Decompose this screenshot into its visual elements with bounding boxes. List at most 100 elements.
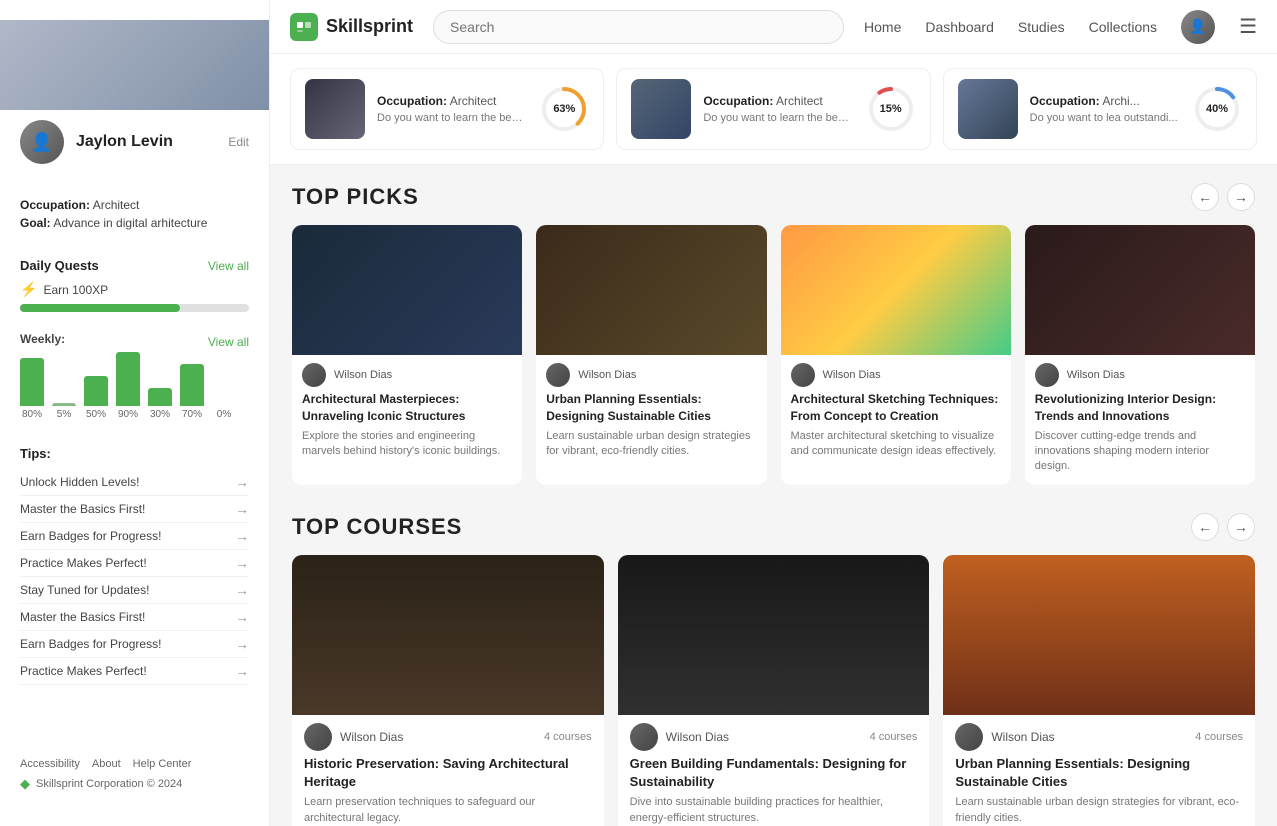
course-info: Green Building Fundamentals: Designing f… xyxy=(618,755,930,826)
course-thumbnail xyxy=(292,555,604,715)
tip-item[interactable]: Earn Badges for Progress!→ xyxy=(20,631,249,658)
footer-link[interactable]: Help Center xyxy=(133,758,192,770)
occ-progress: 15% xyxy=(866,84,916,134)
goal-line: Goal: Advance in digital arhitecture xyxy=(20,216,249,230)
pick-card[interactable]: Wilson Dias Revolutionizing Interior Des… xyxy=(1025,225,1255,485)
top-picks-prev[interactable]: ← xyxy=(1191,183,1219,211)
pick-thumbnail xyxy=(781,225,1011,355)
course-info: Urban Planning Essentials: Designing Sus… xyxy=(943,755,1255,826)
lightning-icon: ⚡ xyxy=(20,281,37,298)
nav-avatar[interactable]: 👤 xyxy=(1181,10,1215,44)
pick-card[interactable]: Wilson Dias Architectural Sketching Tech… xyxy=(781,225,1011,485)
tip-label: Stay Tuned for Updates! xyxy=(20,583,149,597)
course-title: Green Building Fundamentals: Designing f… xyxy=(630,755,918,791)
occupation-card[interactable]: Occupation: Archi... Do you want to lea … xyxy=(943,68,1257,150)
course-card[interactable]: Wilson Dias 4 courses Urban Planning Ess… xyxy=(943,555,1255,826)
top-courses-prev[interactable]: ← xyxy=(1191,513,1219,541)
bar-label: 90% xyxy=(118,409,138,420)
pick-info: Architectural Masterpieces: Unraveling I… xyxy=(292,391,522,469)
course-desc: Learn preservation techniques to safegua… xyxy=(304,795,592,826)
quest-label: Earn 100XP xyxy=(43,283,108,297)
tip-label: Practice Makes Perfect! xyxy=(20,556,147,570)
weekly-view-all[interactable]: View all xyxy=(208,335,249,349)
nav-collections[interactable]: Collections xyxy=(1089,19,1157,35)
logo-icon xyxy=(290,13,318,41)
course-card[interactable]: Wilson Dias 4 courses Historic Preservat… xyxy=(292,555,604,826)
weekly-label: Weekly: xyxy=(20,332,65,346)
avatar: 👤 xyxy=(20,120,64,164)
pick-author-name: Wilson Dias xyxy=(578,369,636,381)
pick-thumbnail xyxy=(292,225,522,355)
pick-card[interactable]: Wilson Dias Urban Planning Essentials: D… xyxy=(536,225,766,485)
daily-quests-title: Daily Quests xyxy=(20,258,99,273)
top-courses-grid: Wilson Dias 4 courses Historic Preservat… xyxy=(292,555,1255,826)
course-author-name: Wilson Dias xyxy=(991,730,1054,744)
pick-author-avatar xyxy=(546,363,570,387)
tip-item[interactable]: Practice Makes Perfect! → xyxy=(20,550,249,577)
tip-arrow-icon: → xyxy=(235,609,249,625)
top-picks-title: TOP PICKS xyxy=(292,184,419,210)
pick-card[interactable]: Wilson Dias Architectural Masterpieces: … xyxy=(292,225,522,485)
hamburger-menu[interactable]: ☰ xyxy=(1239,14,1257,39)
bar-label: 80% xyxy=(22,409,42,420)
tip-item[interactable]: Unlock Hidden Levels!→ xyxy=(20,469,249,496)
tip-item[interactable]: Stay Tuned for Updates!→ xyxy=(20,577,249,604)
occ-info: Occupation: Architect Do you want to lea… xyxy=(377,94,527,124)
footer-link[interactable]: About xyxy=(92,758,121,770)
search-bar[interactable] xyxy=(433,10,844,44)
weekly-bar-chart: 80%5%50%90%30%70%0% xyxy=(20,360,249,420)
course-avatar xyxy=(630,723,658,751)
pick-desc: Explore the stories and engineering marv… xyxy=(302,429,512,460)
occupation-card[interactable]: Occupation: Architect Do you want to lea… xyxy=(616,68,930,150)
pick-thumbnail xyxy=(536,225,766,355)
tip-item[interactable]: Practice Makes Perfect!→ xyxy=(20,658,249,685)
edit-button[interactable]: Edit xyxy=(228,135,249,149)
occ-title: Occupation: Archi... xyxy=(1030,94,1180,108)
course-info: Historic Preservation: Saving Architectu… xyxy=(292,755,604,826)
nav-dashboard[interactable]: Dashboard xyxy=(925,19,994,35)
pick-title: Architectural Masterpieces: Unraveling I… xyxy=(302,391,512,425)
occ-desc: Do you want to lea outstandi... xyxy=(1030,112,1180,124)
footer-link[interactable]: Accessibility xyxy=(20,758,80,770)
occ-progress: 40% xyxy=(1192,84,1242,134)
course-author: Wilson Dias xyxy=(630,723,729,751)
tip-label: Earn Badges for Progress! xyxy=(20,529,161,543)
tip-item[interactable]: Master the Basics First!→ xyxy=(20,496,249,523)
course-avatar xyxy=(955,723,983,751)
nav-studies[interactable]: Studies xyxy=(1018,19,1065,35)
pick-desc: Discover cutting-edge trends and innovat… xyxy=(1035,429,1245,475)
tip-label: Earn Badges for Progress! xyxy=(20,637,161,651)
bar-rect xyxy=(20,358,44,406)
tip-item[interactable]: Earn Badges for Progress!→ xyxy=(20,523,249,550)
course-meta: Wilson Dias 4 courses xyxy=(292,715,604,755)
top-picks-grid: Wilson Dias Architectural Masterpieces: … xyxy=(292,225,1255,485)
tip-label: Master the Basics First! xyxy=(20,502,145,516)
bar-col: 70% xyxy=(180,364,204,420)
top-picks-next[interactable]: → xyxy=(1227,183,1255,211)
pick-author-name: Wilson Dias xyxy=(823,369,881,381)
nav-home[interactable]: Home xyxy=(864,19,901,35)
search-input[interactable] xyxy=(433,10,844,44)
quest-progress-fill xyxy=(20,304,180,312)
tip-item[interactable]: Master the Basics First!→ xyxy=(20,604,249,631)
top-nav: Skillsprint Home Dashboard Studies Colle… xyxy=(270,0,1277,54)
occ-progress: 63% xyxy=(539,84,589,134)
sidebar-info: Occupation: Architect Goal: Advance in d… xyxy=(0,184,269,248)
occ-thumbnail xyxy=(631,79,691,139)
occ-info: Occupation: Architect Do you want to lea… xyxy=(703,94,853,124)
top-courses-next[interactable]: → xyxy=(1227,513,1255,541)
bar-rect xyxy=(116,352,140,406)
logo-text: Skillsprint xyxy=(326,16,413,37)
pick-thumbnail xyxy=(1025,225,1255,355)
logo: Skillsprint xyxy=(290,13,413,41)
occupation-card[interactable]: Occupation: Architect Do you want to lea… xyxy=(290,68,604,150)
occ-thumbnail xyxy=(958,79,1018,139)
course-author-name: Wilson Dias xyxy=(340,730,403,744)
tip-arrow-icon: → xyxy=(235,555,249,571)
tip-label: Unlock Hidden Levels! xyxy=(20,475,139,489)
course-card[interactable]: Wilson Dias 4 courses Green Building Fun… xyxy=(618,555,930,826)
course-count: 4 courses xyxy=(870,731,918,743)
daily-quests-view-all[interactable]: View all xyxy=(208,259,249,273)
footer-brand-text: Skillsprint Corporation © 2024 xyxy=(36,778,182,790)
footer-logo-icon: ◆ xyxy=(20,776,30,792)
